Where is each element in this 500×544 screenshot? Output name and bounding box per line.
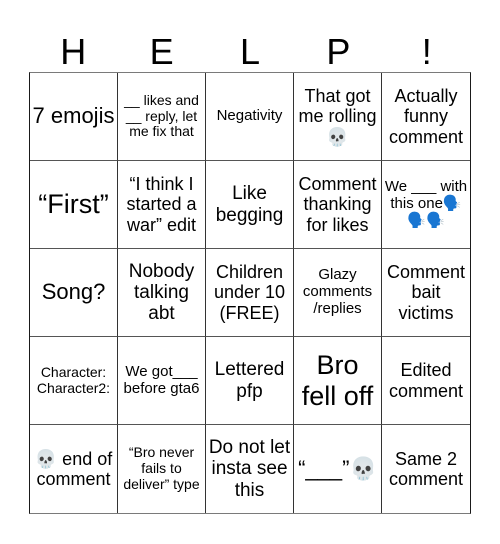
bingo-cell-r4c3[interactable]: Lettered pfp: [206, 337, 294, 425]
bingo-cell-r1c3[interactable]: Negativity: [206, 73, 294, 161]
bingo-cell-r3c3[interactable]: Children under 10 (FREE): [206, 249, 294, 337]
bingo-cell-r1c5[interactable]: Actually funny comment: [382, 73, 470, 161]
header-letter-e: E: [149, 31, 174, 72]
bingo-cell-r5c4[interactable]: “___”💀: [294, 425, 382, 513]
bingo-cell-r5c5[interactable]: Same 2 comment: [382, 425, 470, 513]
bingo-cell-r2c2[interactable]: “I think I started a war” edit: [118, 161, 206, 249]
header-letter-l: L: [239, 31, 260, 72]
bingo-cell-r2c1[interactable]: “First”: [30, 161, 118, 249]
bingo-cell-r2c4[interactable]: Comment thanking for likes: [294, 161, 382, 249]
bingo-cell-r2c3[interactable]: Like begging: [206, 161, 294, 249]
bingo-board: 7 emojis __ likes and __ reply, let me f…: [29, 72, 471, 514]
bingo-cell-r4c1[interactable]: Character: Character2:: [30, 337, 118, 425]
header-letter-h: H: [60, 31, 87, 72]
bingo-cell-r3c1[interactable]: Song?: [30, 249, 118, 337]
bingo-cell-r1c2[interactable]: __ likes and __ reply, let me fix that: [118, 73, 206, 161]
bingo-cell-r4c5[interactable]: Edited comment: [382, 337, 470, 425]
bingo-cell-r3c5[interactable]: Comment bait victims: [382, 249, 470, 337]
bingo-cell-r1c1[interactable]: 7 emojis: [30, 73, 118, 161]
bingo-cell-r4c4[interactable]: Bro fell off: [294, 337, 382, 425]
bingo-cell-r5c2[interactable]: “Bro never fails to deliver” type: [118, 425, 206, 513]
bingo-cell-r3c4[interactable]: Glazy comments /replies: [294, 249, 382, 337]
bingo-cell-r5c3[interactable]: Do not let insta see this: [206, 425, 294, 513]
bingo-header: H E L P !: [29, 28, 471, 72]
header-letter-exclamation: !: [421, 31, 432, 72]
bingo-cell-r4c2[interactable]: We got___ before gta6: [118, 337, 206, 425]
bingo-cell-r2c5[interactable]: We ___ with this one🗣️🗣️🗣️: [382, 161, 470, 249]
bingo-cell-r1c4[interactable]: That got me rolling💀: [294, 73, 382, 161]
header-letter-p: P: [326, 31, 351, 72]
bingo-cell-r3c2[interactable]: Nobody talking abt: [118, 249, 206, 337]
bingo-cell-r5c1[interactable]: 💀 end of comment: [30, 425, 118, 513]
